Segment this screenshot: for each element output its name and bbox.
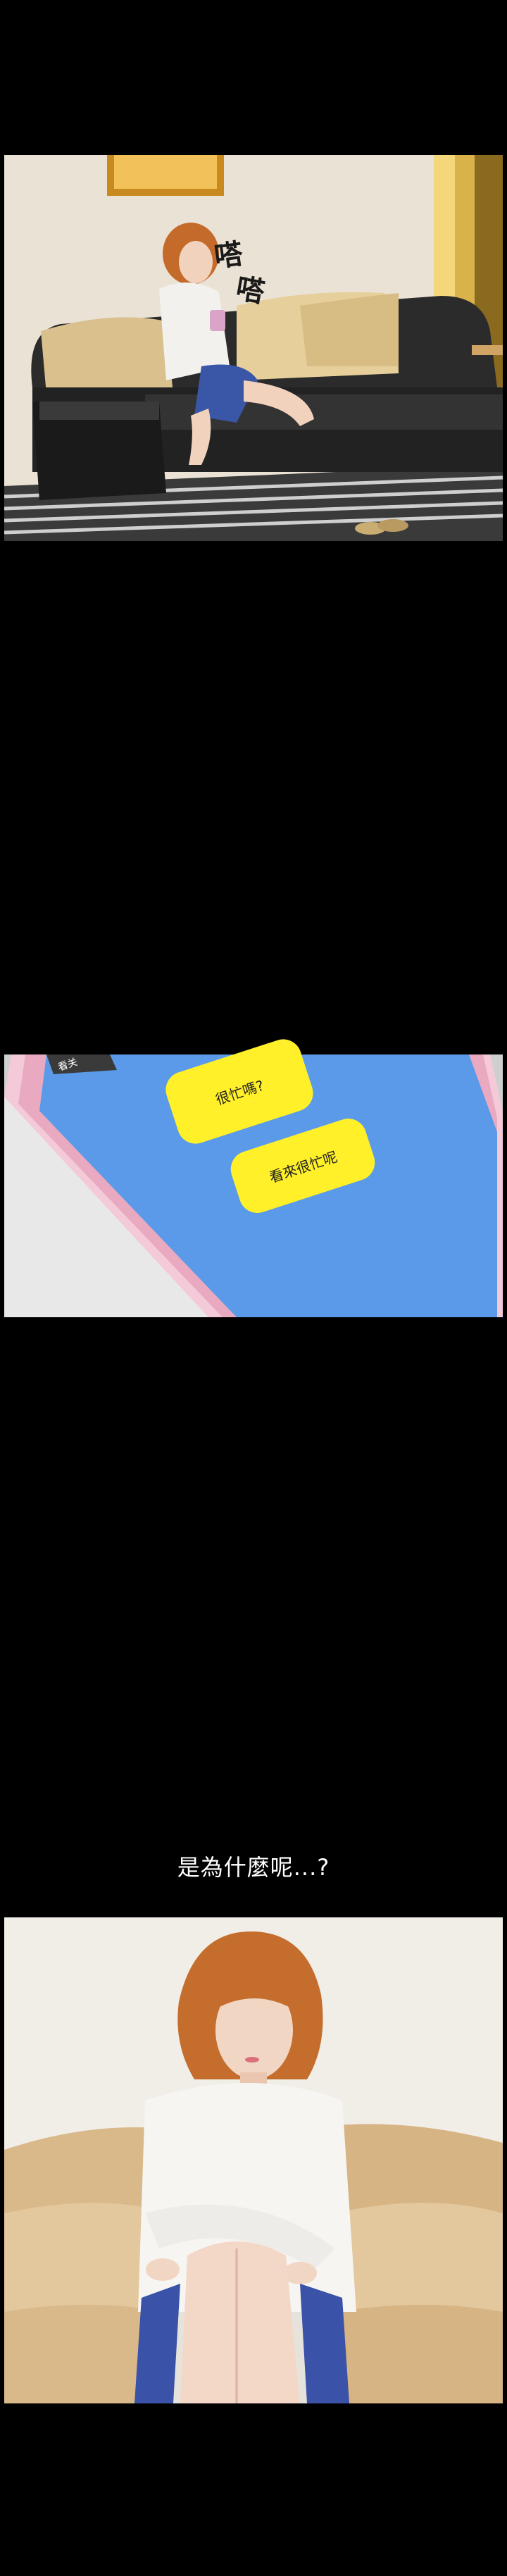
panel-living-room: 嗒 嗒 [4, 155, 503, 541]
chat-message-1: 很忙嗎? [213, 1076, 266, 1109]
panel-woman-on-couch [4, 1917, 503, 2403]
chat-message-2: 看來很忙呢 [267, 1147, 339, 1186]
living-room-illustration [4, 155, 503, 541]
woman-illustration [4, 1917, 503, 2403]
narration-caption: 是為什麼呢...? [177, 1854, 330, 1881]
